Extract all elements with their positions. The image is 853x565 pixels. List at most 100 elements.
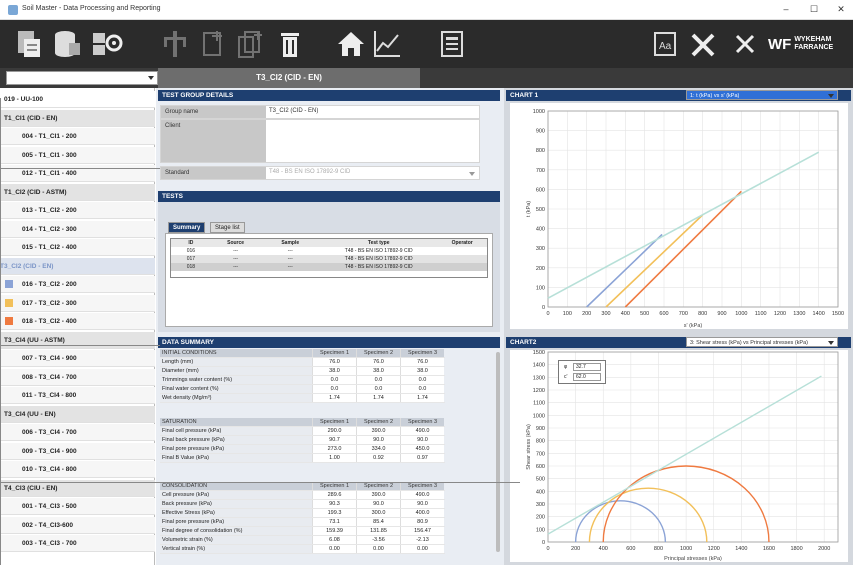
sidebar-item[interactable]: 019 - UU-100 bbox=[0, 91, 155, 108]
sidebar-item[interactable]: 011 - T3_CI4 - 800 bbox=[0, 387, 155, 404]
home-icon[interactable] bbox=[336, 28, 366, 60]
summary-label: Diameter (mm) bbox=[160, 367, 312, 375]
sidebar-item-label: 015 - T1_CI2 - 400 bbox=[22, 244, 77, 251]
sidebar-group[interactable]: T1_CI2 (CID - ASTM) bbox=[0, 183, 155, 201]
test-group-combo[interactable] bbox=[6, 71, 158, 85]
column-header[interactable]: Source bbox=[211, 239, 261, 247]
sidebar-item[interactable]: 016 - T3_CI2 - 200 bbox=[0, 276, 155, 293]
sidebar-item[interactable]: 005 - T1_CI1 - 300 bbox=[0, 146, 155, 164]
y-tick-label: 1400 bbox=[533, 363, 545, 369]
sidebar-item[interactable]: 007 - T3_CI4 - 900 bbox=[0, 350, 155, 367]
summary-value: 0.97 bbox=[400, 454, 444, 462]
sidebar-item[interactable]: 004 - T1_CI1 - 200 bbox=[0, 128, 155, 145]
sidebar-group[interactable]: T1_CI1 (CID - EN) bbox=[0, 109, 155, 127]
tab-stage-list[interactable]: Stage list bbox=[210, 222, 245, 233]
table-cell: --- bbox=[233, 248, 239, 254]
sidebar-item[interactable]: 010 - T3_CI4 - 800 bbox=[0, 461, 155, 478]
table-row[interactable]: 016 --- --- T48 - BS EN ISO 17892-9 CID bbox=[171, 247, 487, 255]
table-row[interactable]: 018 --- --- T48 - BS EN ISO 17892-9 CID bbox=[171, 263, 487, 271]
chart1-select[interactable]: 1: t (kPa) vs s' (kPa) bbox=[686, 90, 838, 100]
sidebar-item[interactable]: 009 - T3_CI4 - 900 bbox=[0, 442, 155, 460]
c-label: c' bbox=[564, 374, 568, 380]
sidebar-item[interactable]: 015 - T1_CI2 - 400 bbox=[0, 239, 155, 256]
specimen-column-header: Specimen 1 bbox=[312, 418, 356, 426]
column-header[interactable]: Test type bbox=[320, 239, 437, 247]
sidebar-item[interactable]: 018 - T3_CI2 - 400 bbox=[0, 313, 155, 330]
summary-value: 199.3 bbox=[312, 509, 356, 517]
standard-select[interactable]: T48 - BS EN ISO 17892-9 CID bbox=[269, 169, 350, 175]
sidebar-group[interactable]: T3_CI4 (UU - EN) bbox=[0, 405, 155, 423]
summary-row: Final back pressure (kPa) 90.7 90.0 90.0 bbox=[160, 436, 445, 445]
y-tick-label: 100 bbox=[536, 527, 545, 533]
chart2-select[interactable]: 3: Shear stress (kPa) vs Principal stres… bbox=[686, 337, 838, 347]
minimize-button[interactable]: – bbox=[774, 2, 798, 17]
summary-label: Trimmings water content (%) bbox=[160, 376, 312, 384]
logo-text-1: WYKEHAM bbox=[794, 36, 832, 43]
color-swatch bbox=[5, 317, 13, 325]
summary-label: Effective Stress (kPa) bbox=[160, 509, 312, 517]
table-cell: --- bbox=[233, 256, 239, 262]
color-swatch bbox=[5, 280, 13, 288]
sidebar-item[interactable]: 003 - T4_CI3 - 700 bbox=[0, 535, 155, 552]
font-icon[interactable]: Aa bbox=[652, 28, 678, 60]
tree-icon[interactable] bbox=[160, 28, 190, 60]
sidebar-item[interactable]: 014 - T1_CI2 - 300 bbox=[0, 220, 155, 238]
copy-document-icon[interactable] bbox=[236, 28, 266, 60]
summary-value: 131.85 bbox=[356, 527, 400, 535]
tab-summary[interactable]: Summary bbox=[168, 222, 206, 233]
y-tick-label: 400 bbox=[536, 489, 545, 495]
specimen-column-header: Specimen 3 bbox=[400, 418, 444, 426]
close-window-button[interactable]: ✕ bbox=[829, 2, 853, 17]
column-header[interactable]: ID bbox=[171, 239, 211, 247]
tab-active-document[interactable]: T3_CI2 (CID - EN) bbox=[158, 68, 420, 88]
summary-value: 90.0 bbox=[400, 436, 444, 444]
specimen-column-header: Specimen 1 bbox=[312, 482, 356, 490]
summary-value: 0.0 bbox=[312, 385, 356, 393]
summary-value: 73.1 bbox=[312, 518, 356, 526]
sidebar-item-label: T4_CI3 (CIU - EN) bbox=[4, 484, 58, 492]
summary-value: 450.0 bbox=[400, 445, 444, 453]
summary-value: 0.0 bbox=[356, 385, 400, 393]
sidebar-item-label: 003 - T4_CI3 - 700 bbox=[22, 540, 77, 547]
summary-row: Diameter (mm) 38.0 38.0 38.0 bbox=[160, 367, 445, 376]
sidebar-item[interactable]: 002 - T4_CI3-600 bbox=[0, 516, 155, 534]
sidebar-item[interactable]: 013 - T1_CI2 - 200 bbox=[0, 202, 155, 219]
x-tick-label: 700 bbox=[679, 311, 688, 317]
form-icon[interactable] bbox=[438, 28, 466, 60]
chart-icon[interactable] bbox=[372, 28, 402, 60]
sidebar-item-label: T3_CI2 (CID - EN) bbox=[0, 262, 54, 270]
table-spacer bbox=[171, 271, 487, 277]
column-header[interactable]: Sample bbox=[260, 239, 320, 247]
sidebar-group[interactable]: T3_CI2 (CID - EN) bbox=[0, 257, 155, 275]
new-document-icon[interactable] bbox=[198, 28, 228, 60]
tools-icon[interactable] bbox=[688, 28, 718, 60]
sidebar-item[interactable]: 006 - T3_CI4 - 700 bbox=[0, 424, 155, 441]
sidebar-item-label: 017 - T3_CI2 - 300 bbox=[22, 299, 77, 307]
sidebar-item[interactable]: 001 - T4_CI3 - 500 bbox=[0, 498, 155, 515]
y-tick-label: 1100 bbox=[533, 401, 545, 407]
maximize-button[interactable]: ☐ bbox=[802, 2, 826, 17]
database-icon[interactable] bbox=[52, 28, 82, 60]
data-summary-scrollbar[interactable] bbox=[496, 352, 500, 552]
summary-value: 38.0 bbox=[356, 367, 400, 375]
group-name-field[interactable]: T3_CI2 (CID - EN) bbox=[269, 108, 318, 114]
specimen-column-header: Specimen 2 bbox=[356, 482, 400, 490]
y-tick-label: 1200 bbox=[533, 388, 545, 394]
column-header[interactable]: Operator bbox=[437, 239, 487, 247]
client-field[interactable] bbox=[269, 122, 469, 160]
settings-gear-icon[interactable] bbox=[90, 28, 124, 60]
x-tick-label: 1000 bbox=[680, 546, 692, 552]
summary-row: Length (mm) 76.0 76.0 76.0 bbox=[160, 358, 445, 367]
sidebar-item[interactable]: 008 - T3_CI4 - 700 bbox=[0, 368, 155, 386]
sidebar-item[interactable]: 017 - T3_CI2 - 300 bbox=[0, 294, 155, 312]
logo-text-2: FARRANCE bbox=[794, 44, 834, 51]
app-window: Soil Master - Data Processing and Report… bbox=[0, 0, 853, 565]
close-icon[interactable] bbox=[732, 28, 758, 60]
callout-line bbox=[0, 98, 1, 565]
table-cell: 017 bbox=[186, 256, 196, 262]
delete-icon[interactable] bbox=[276, 28, 304, 60]
table-cell bbox=[437, 247, 487, 255]
table-row[interactable]: 017 --- --- T48 - BS EN ISO 17892-9 CID bbox=[171, 255, 487, 263]
table-cell: --- bbox=[287, 264, 293, 270]
report-icon[interactable] bbox=[14, 28, 44, 60]
